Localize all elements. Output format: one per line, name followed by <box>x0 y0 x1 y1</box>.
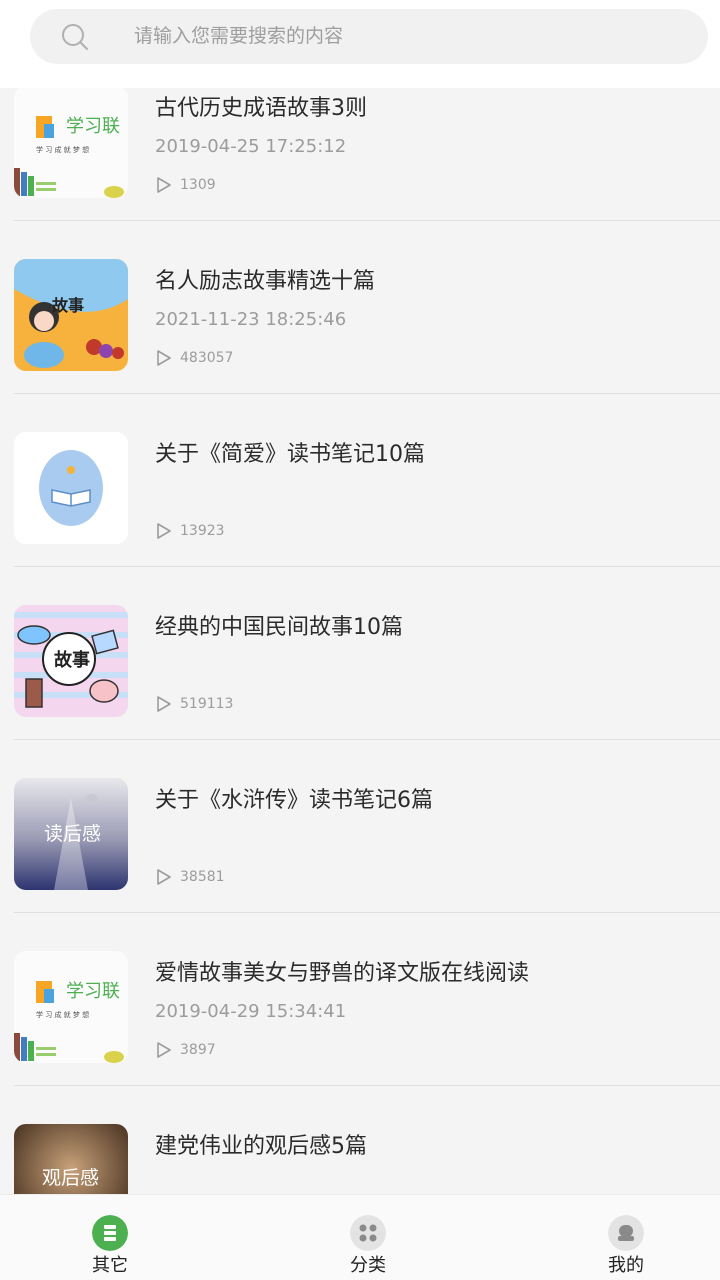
item-date: 2019-04-25 17:25:12 <box>155 136 347 157</box>
story-list[interactable]: 学习联 学 习 成 就 梦 想 古代历史成语故事3则 2019-04-25 17… <box>0 48 720 1194</box>
tab-mine[interactable]: 我的 <box>566 1195 686 1280</box>
thumbnail-gushi: 故事 <box>14 259 128 371</box>
guanhougan-text: 观后感 <box>42 1167 99 1189</box>
header: 请输入您需要搜索的内容 <box>0 0 720 88</box>
play-icon <box>157 177 171 193</box>
tab-other[interactable]: 其它 <box>50 1195 170 1280</box>
thumbnail-book <box>14 432 128 544</box>
item-title[interactable]: 关于《水浒传》读书笔记6篇 <box>155 782 433 814</box>
play-icon <box>157 523 171 539</box>
item-title[interactable]: 建党伟业的观后感5篇 <box>155 1128 367 1160</box>
tab-label: 我的 <box>608 1255 644 1276</box>
thumbnail-xuexi: 学习联 学 习 成 就 梦 想 <box>14 951 128 1063</box>
play-icon <box>157 1042 171 1058</box>
tab-category[interactable]: 分类 <box>308 1195 428 1280</box>
thumbnail-duhougan: 读后感 <box>14 778 128 890</box>
tab-label: 其它 <box>92 1255 128 1276</box>
play-icon <box>157 350 171 366</box>
xuexi-logo-text: 学习联 <box>66 116 120 137</box>
other-tab-icon <box>92 1215 128 1251</box>
item-title[interactable]: 古代历史成语故事3则 <box>155 90 367 122</box>
item-title[interactable]: 关于《简爱》读书笔记10篇 <box>155 436 425 468</box>
play-icon <box>157 696 171 712</box>
thumbnail-guanhougan: 观后感 <box>14 1124 128 1194</box>
list-item[interactable]: 观后感 建党伟业的观后感5篇 <box>14 1086 720 1194</box>
item-plays: 38581 <box>155 868 225 886</box>
play-count: 1309 <box>180 177 216 193</box>
play-count: 483057 <box>180 350 234 366</box>
item-plays: 483057 <box>155 349 233 367</box>
list-item[interactable]: 故事 经典的中国民间故事10篇 519113 <box>14 567 720 740</box>
play-count: 3897 <box>180 1042 216 1058</box>
gushi-text: 故事 <box>54 649 90 671</box>
list-item[interactable]: 读后感 关于《水浒传》读书笔记6篇 38581 <box>14 740 720 913</box>
play-icon <box>157 869 171 885</box>
bottom-tab-bar: 其它 分类 我的 <box>0 1194 720 1280</box>
grid-icon <box>350 1215 386 1251</box>
item-date: 2021-11-23 18:25:46 <box>155 309 347 330</box>
item-plays: 3897 <box>155 1041 216 1059</box>
item-plays: 1309 <box>155 176 216 194</box>
item-title[interactable]: 名人励志故事精选十篇 <box>155 263 375 295</box>
duhougan-text: 读后感 <box>44 823 101 845</box>
play-count: 519113 <box>180 696 234 712</box>
search-bar[interactable]: 请输入您需要搜索的内容 <box>30 9 708 64</box>
thumbnail-gushi-folk: 故事 <box>14 605 128 717</box>
xuexi-logo-text: 学习联 <box>66 981 120 1002</box>
list-item[interactable]: 学习联 学 习 成 就 梦 想 爱情故事美女与野兽的译文版在线阅读 2019-0… <box>14 913 720 1086</box>
svg-text:学 习 成 就 梦 想: 学 习 成 就 梦 想 <box>36 1010 89 1019</box>
list-item[interactable]: 故事 名人励志故事精选十篇 2021-11-23 18:25:46 483057 <box>14 221 720 394</box>
search-input[interactable]: 请输入您需要搜索的内容 <box>134 9 343 64</box>
item-plays: 13923 <box>155 522 225 540</box>
item-plays: 519113 <box>155 695 233 713</box>
svg-text:学 习 成 就 梦 想: 学 习 成 就 梦 想 <box>36 145 89 154</box>
user-icon <box>608 1215 644 1251</box>
play-count: 38581 <box>180 869 225 885</box>
search-icon <box>62 24 88 50</box>
item-title[interactable]: 爱情故事美女与野兽的译文版在线阅读 <box>155 955 529 987</box>
item-title[interactable]: 经典的中国民间故事10篇 <box>155 609 403 641</box>
thumbnail-xuexi: 学习联 学 习 成 就 梦 想 <box>14 86 128 198</box>
gushi-text: 故事 <box>52 296 84 315</box>
item-date: 2019-04-29 15:34:41 <box>155 1001 347 1022</box>
list-item[interactable]: 关于《简爱》读书笔记10篇 13923 <box>14 394 720 567</box>
tab-label: 分类 <box>350 1255 386 1276</box>
play-count: 13923 <box>180 523 225 539</box>
